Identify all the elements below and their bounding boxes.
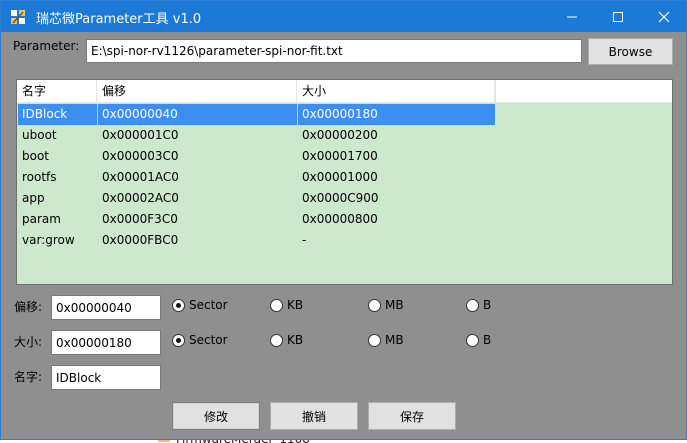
size-input[interactable]: 0x00000180 bbox=[51, 330, 161, 355]
cell-name: uboot bbox=[22, 128, 57, 142]
radio-checked-icon bbox=[172, 333, 185, 347]
cell-size: 0x00001000 bbox=[302, 170, 378, 184]
table-row[interactable]: uboot 0x000001C0 0x00000200 bbox=[17, 125, 672, 146]
cell-size: 0x00001700 bbox=[302, 149, 378, 163]
column-header-name[interactable]: 名字 bbox=[17, 80, 97, 103]
cell-offset: 0x000003C0 bbox=[102, 149, 179, 163]
title-bar[interactable]: 瑞芯微Parameter工具 v1.0 bbox=[1, 1, 686, 32]
cell-name: IDBlock bbox=[22, 107, 68, 121]
offset-unit-sector-radio[interactable]: Sector bbox=[172, 298, 228, 312]
save-button[interactable]: 保存 bbox=[368, 402, 456, 430]
parameter-path-input[interactable]: E:\spi-nor-rv1126\parameter-spi-nor-fit.… bbox=[86, 39, 582, 63]
table-header: 名字 偏移 大小 bbox=[17, 80, 495, 103]
radio-label: B bbox=[483, 333, 492, 347]
cell-offset: 0x00002AC0 bbox=[102, 191, 179, 205]
radio-unchecked-icon bbox=[270, 298, 283, 312]
minimize-button[interactable] bbox=[549, 1, 595, 32]
radio-unchecked-icon bbox=[270, 333, 283, 347]
cell-name: boot bbox=[22, 149, 50, 163]
modify-button[interactable]: 修改 bbox=[172, 402, 260, 430]
table-row[interactable]: boot 0x000003C0 0x00001700 bbox=[17, 146, 672, 167]
maximize-icon bbox=[613, 11, 623, 22]
cell-offset: 0x00001AC0 bbox=[102, 170, 179, 184]
table-row[interactable]: app 0x00002AC0 0x0000C900 bbox=[17, 188, 672, 209]
table-row[interactable]: var:grow 0x0000FBC0 - bbox=[17, 230, 672, 251]
table-row[interactable]: rootfs 0x00001AC0 0x00001000 bbox=[17, 167, 672, 188]
radio-label: Sector bbox=[189, 298, 228, 312]
browse-button[interactable]: Browse bbox=[588, 38, 673, 65]
table-row[interactable]: param 0x0000F3C0 0x00000800 bbox=[17, 209, 672, 230]
window-title: 瑞芯微Parameter工具 v1.0 bbox=[36, 12, 202, 27]
radio-unchecked-icon bbox=[368, 333, 381, 347]
radio-label: Sector bbox=[189, 333, 228, 347]
cell-offset: 0x000001C0 bbox=[102, 128, 179, 142]
minimize-icon bbox=[567, 16, 577, 17]
cell-size: 0x0000C900 bbox=[302, 191, 379, 205]
name-label: 名字: bbox=[14, 370, 43, 384]
cell-name: rootfs bbox=[22, 170, 57, 184]
cell-offset: 0x00000040 bbox=[102, 107, 178, 121]
cell-name: app bbox=[22, 191, 45, 205]
radio-unchecked-icon bbox=[466, 333, 479, 347]
radio-label: KB bbox=[287, 298, 304, 312]
parameter-tool-window: 瑞芯微Parameter工具 v1.0 Parameter: E:\spi-no… bbox=[0, 0, 687, 440]
name-input[interactable]: IDBlock bbox=[51, 365, 161, 390]
offset-unit-mb-radio[interactable]: MB bbox=[368, 298, 404, 312]
close-button[interactable] bbox=[641, 1, 687, 32]
offset-label: 偏移: bbox=[14, 300, 43, 314]
offset-unit-kb-radio[interactable]: KB bbox=[270, 298, 303, 312]
radio-unchecked-icon bbox=[368, 298, 381, 312]
radio-label: MB bbox=[385, 333, 404, 347]
radio-unchecked-icon bbox=[466, 298, 479, 312]
size-unit-mb-radio[interactable]: MB bbox=[368, 333, 404, 347]
cell-offset: 0x0000F3C0 bbox=[102, 212, 178, 226]
row-selection-highlight bbox=[18, 104, 495, 125]
offset-input[interactable]: 0x00000040 bbox=[51, 295, 161, 320]
size-unit-sector-radio[interactable]: Sector bbox=[172, 333, 228, 347]
radio-label: B bbox=[483, 298, 492, 312]
offset-unit-b-radio[interactable]: B bbox=[466, 298, 491, 312]
parameter-label: Parameter: bbox=[13, 39, 80, 53]
undo-button[interactable]: 撤销 bbox=[270, 402, 358, 430]
cell-size: - bbox=[302, 233, 307, 247]
cell-size: 0x00000200 bbox=[302, 128, 378, 142]
maximize-button[interactable] bbox=[595, 1, 641, 32]
table-row[interactable]: IDBlock 0x00000040 0x00000180 bbox=[17, 104, 672, 125]
size-unit-b-radio[interactable]: B bbox=[466, 333, 491, 347]
cell-size: 0x00000800 bbox=[302, 212, 378, 226]
size-label: 大小: bbox=[14, 335, 43, 349]
radio-label: MB bbox=[385, 298, 404, 312]
app-icon bbox=[11, 10, 25, 24]
partition-table[interactable]: 名字 偏移 大小 IDBlock 0x00000040 0x00000180 u… bbox=[16, 79, 673, 285]
close-icon bbox=[658, 11, 670, 22]
radio-label: KB bbox=[287, 333, 304, 347]
table-header-filler bbox=[495, 80, 672, 103]
cell-name: var:grow bbox=[22, 233, 75, 247]
column-header-offset[interactable]: 偏移 bbox=[97, 80, 297, 103]
column-header-size[interactable]: 大小 bbox=[297, 80, 495, 103]
size-unit-kb-radio[interactable]: KB bbox=[270, 333, 303, 347]
radio-checked-icon bbox=[172, 298, 185, 312]
cell-offset: 0x0000FBC0 bbox=[102, 233, 179, 247]
cell-name: param bbox=[22, 212, 61, 226]
cell-size: 0x00000180 bbox=[302, 107, 378, 121]
